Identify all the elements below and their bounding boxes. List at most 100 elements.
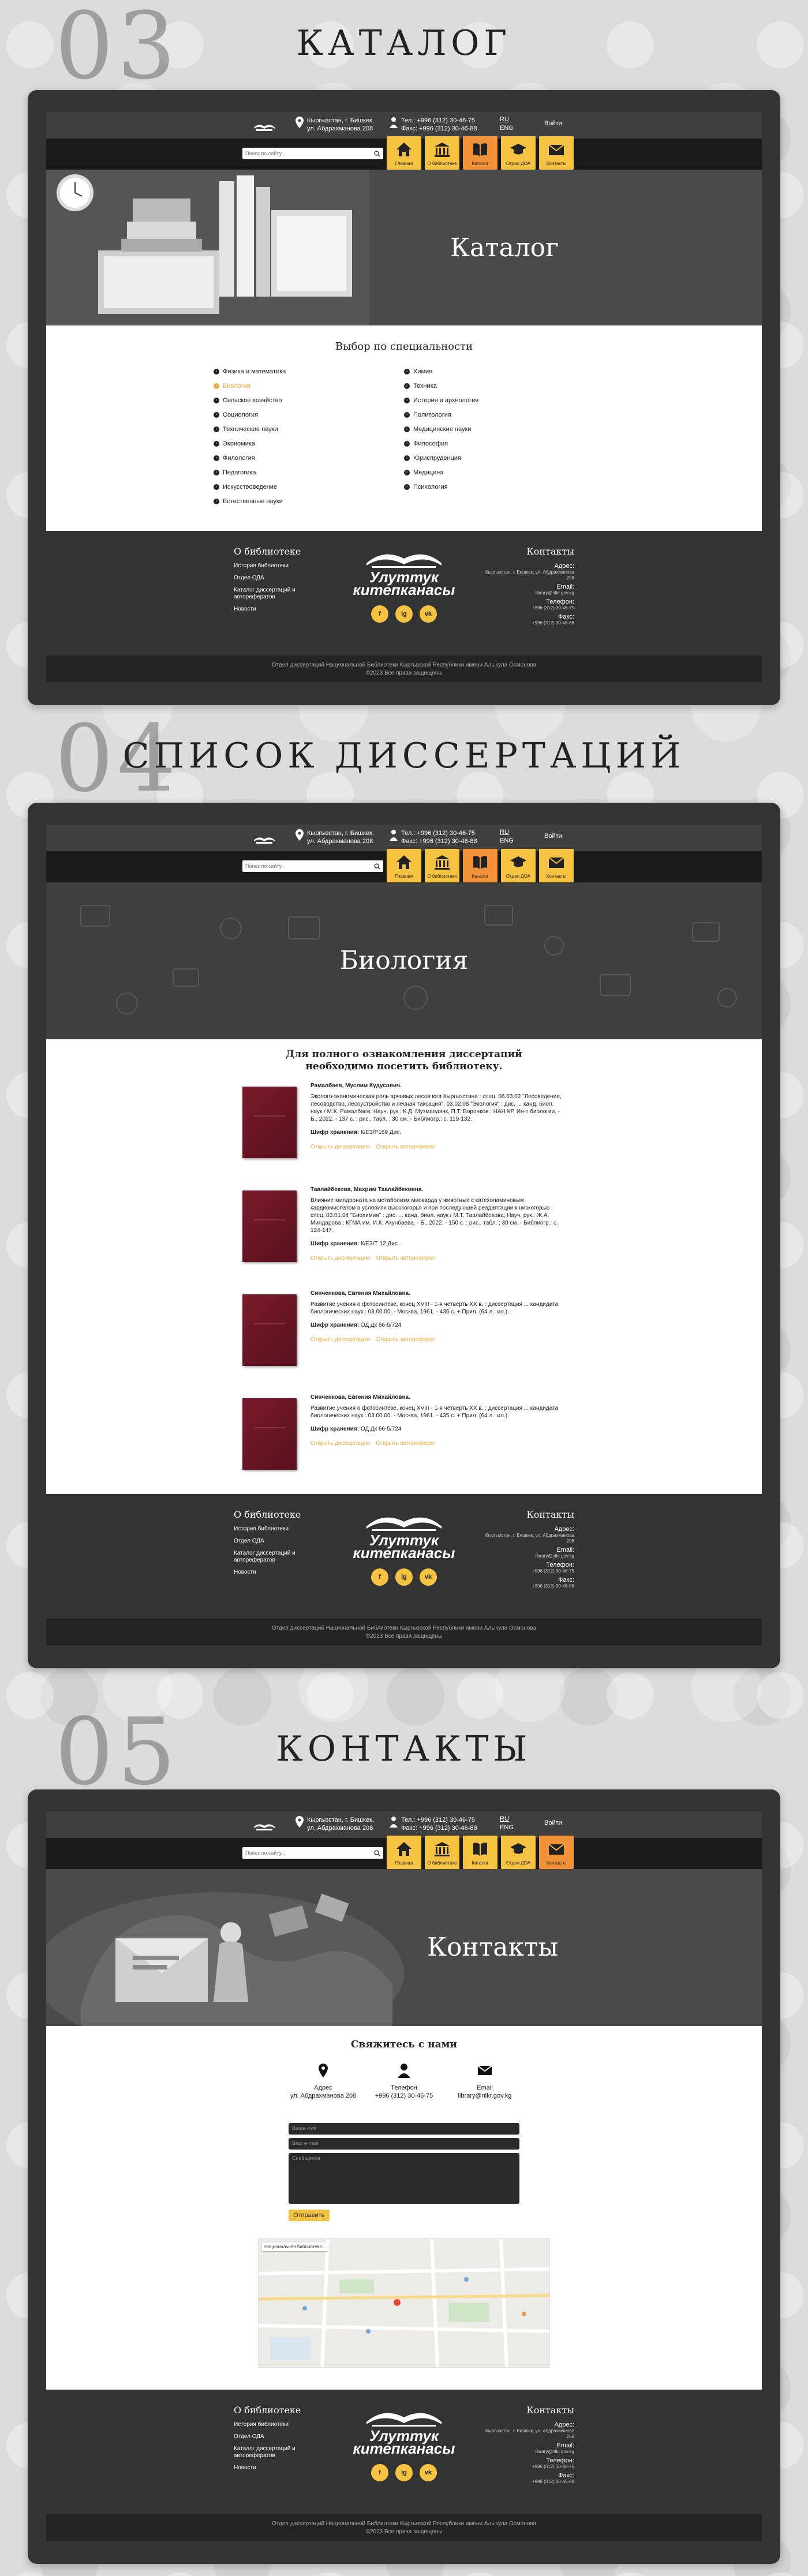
- nav-button-graduation-cap[interactable]: Отдел ДОА: [501, 1836, 536, 1869]
- vk-icon[interactable]: vk: [420, 1568, 437, 1586]
- footer-link[interactable]: Новости: [234, 606, 320, 613]
- vk-icon[interactable]: vk: [420, 2464, 437, 2481]
- open-abstract-link[interactable]: Открыть автореферат: [376, 1336, 435, 1343]
- lang-ru[interactable]: RU: [500, 1815, 514, 1824]
- footer-link[interactable]: Новости: [234, 2465, 320, 2472]
- search-input[interactable]: Поиск по сайту...: [242, 860, 383, 872]
- footer-link[interactable]: Отдел ОДА: [234, 2433, 320, 2440]
- specialty-item[interactable]: › Сельское хозяйство: [214, 393, 404, 407]
- search-icon[interactable]: [374, 1849, 380, 1856]
- nav-button-home[interactable]: Главная: [387, 1836, 421, 1869]
- vk-icon[interactable]: vk: [420, 605, 437, 623]
- browser-frame-catalog: Кыргызстан, г. Бишкек, ул. Абдрахманова 2…: [28, 90, 780, 705]
- search-icon[interactable]: [374, 863, 380, 870]
- specialty-item[interactable]: › История и археология: [404, 393, 594, 407]
- specialty-item[interactable]: › Политология: [404, 407, 594, 422]
- send-button[interactable]: Отправить: [289, 2210, 330, 2221]
- facebook-icon[interactable]: f: [371, 605, 388, 623]
- footer-email-value[interactable]: library@nlkr.gov.kg: [482, 590, 574, 596]
- lang-en[interactable]: ENG: [500, 124, 514, 133]
- footer-link[interactable]: Каталог диссертаций и авторефератов: [234, 2446, 320, 2459]
- specialty-item[interactable]: › Биология: [214, 379, 404, 393]
- specialty-item[interactable]: › Социология: [214, 407, 404, 422]
- footer-email-value[interactable]: library@nlkr.gov.kg: [482, 1553, 574, 1559]
- specialty-item[interactable]: › Экономика: [214, 436, 404, 451]
- footer-link[interactable]: Отдел ОДА: [234, 1538, 320, 1545]
- site-logo[interactable]: [251, 829, 278, 847]
- nav-button-mail[interactable]: Контакты: [539, 136, 574, 170]
- nav-button-home[interactable]: Главная: [387, 136, 421, 170]
- search-input[interactable]: Поиск по сайту...: [242, 1847, 383, 1859]
- specialty-item[interactable]: › Медицина: [404, 465, 594, 480]
- open-dissertation-link[interactable]: Открыть диссертацию: [311, 1144, 370, 1150]
- footer-link[interactable]: Каталог диссертаций и авторефератов: [234, 587, 320, 601]
- site-logo[interactable]: [251, 1816, 278, 1833]
- open-dissertation-link[interactable]: Открыть диссертацию: [311, 1440, 370, 1447]
- hero-title: Каталог: [450, 233, 559, 263]
- instagram-icon[interactable]: ig: [395, 1568, 413, 1586]
- open-dissertation-link[interactable]: Открыть диссертацию: [311, 1336, 370, 1343]
- facebook-icon[interactable]: f: [371, 1568, 388, 1586]
- nav-button-book[interactable]: Каталог: [463, 849, 497, 882]
- brand-line2: китепканасы: [353, 1544, 455, 1562]
- message-textarea[interactable]: Сообщение: [289, 2153, 519, 2204]
- email-input[interactable]: Ваш e-mail: [289, 2138, 519, 2150]
- specialty-item[interactable]: › Естественные науки: [214, 494, 404, 508]
- login-link[interactable]: Войти: [544, 833, 562, 840]
- contact-item-value[interactable]: library@nlkr.gov.kg: [444, 2092, 525, 2100]
- dissertation-description: Развитие учения о фотосинтезе, конец XVI…: [311, 1405, 559, 1419]
- login-link[interactable]: Войти: [544, 1819, 562, 1826]
- footer-link[interactable]: Отдел ОДА: [234, 575, 320, 582]
- instagram-icon[interactable]: ig: [395, 605, 413, 623]
- specialty-item[interactable]: › Психология: [404, 480, 594, 494]
- nav-button-library[interactable]: О библиотеке: [425, 136, 459, 170]
- login-link[interactable]: Войти: [544, 120, 562, 127]
- lang-en[interactable]: ENG: [500, 837, 514, 845]
- open-abstract-link[interactable]: Открыть автореферат: [376, 1144, 435, 1150]
- address-line: ул. Абдрахманова 208: [307, 838, 373, 845]
- footer-link[interactable]: История библиотеки: [234, 1526, 320, 1533]
- nav-button-graduation-cap[interactable]: Отдел ДОА: [501, 136, 536, 170]
- search-icon[interactable]: [374, 150, 380, 157]
- open-abstract-link[interactable]: Открыть автореферат: [376, 1255, 435, 1261]
- nav-button-book[interactable]: Каталог: [463, 1836, 497, 1869]
- nav-button-home[interactable]: Главная: [387, 849, 421, 882]
- nav-button-book[interactable]: Каталог: [463, 136, 497, 170]
- location-map[interactable]: Национальная библиотека...: [258, 2238, 550, 2368]
- specialty-item[interactable]: › Техника: [404, 379, 594, 393]
- specialty-item[interactable]: › Юриспруденция: [404, 451, 594, 465]
- book-cover-image[interactable]: [242, 1294, 297, 1366]
- book-cover-image[interactable]: [242, 1190, 297, 1262]
- book-cover-image[interactable]: [242, 1087, 297, 1158]
- specialty-item[interactable]: › Медицинские науки: [404, 422, 594, 436]
- nav-button-library[interactable]: О библиотеке: [425, 849, 459, 882]
- nav-button-library[interactable]: О библиотеке: [425, 1836, 459, 1869]
- specialty-item[interactable]: › Искусствоведение: [214, 480, 404, 494]
- book-cover-image[interactable]: [242, 1398, 297, 1470]
- map-marker-icon[interactable]: [394, 2299, 401, 2306]
- nav-button-mail[interactable]: Контакты: [539, 849, 574, 882]
- specialty-item[interactable]: › Педагогика: [214, 465, 404, 480]
- specialty-item[interactable]: › Физика и математика: [214, 364, 404, 379]
- search-input[interactable]: Поиск по сайту...: [242, 148, 383, 159]
- footer-email-value[interactable]: library@nlkr.gov.kg: [482, 2449, 574, 2455]
- footer-link[interactable]: История библиотеки: [234, 563, 320, 570]
- open-abstract-link[interactable]: Открыть автореферат: [376, 1440, 435, 1447]
- facebook-icon[interactable]: f: [371, 2464, 388, 2481]
- open-dissertation-link[interactable]: Открыть диссертацию: [311, 1255, 370, 1261]
- footer-link[interactable]: История библиотеки: [234, 2421, 320, 2428]
- specialty-item[interactable]: › Химия: [404, 364, 594, 379]
- footer-link[interactable]: Каталог диссертаций и авторефератов: [234, 1550, 320, 1564]
- lang-ru[interactable]: RU: [500, 828, 514, 837]
- specialty-item[interactable]: › Философия: [404, 436, 594, 451]
- instagram-icon[interactable]: ig: [395, 2464, 413, 2481]
- lang-ru[interactable]: RU: [500, 115, 514, 124]
- nav-button-mail[interactable]: Контакты: [539, 1836, 574, 1869]
- specialty-item[interactable]: › Технические науки: [214, 422, 404, 436]
- lang-en[interactable]: ENG: [500, 1824, 514, 1832]
- site-logo[interactable]: [251, 117, 278, 134]
- nav-button-graduation-cap[interactable]: Отдел ДОА: [501, 849, 536, 882]
- footer-link[interactable]: Новости: [234, 1569, 320, 1576]
- name-input[interactable]: Ваше имя: [289, 2123, 519, 2135]
- specialty-item[interactable]: › Филология: [214, 451, 404, 465]
